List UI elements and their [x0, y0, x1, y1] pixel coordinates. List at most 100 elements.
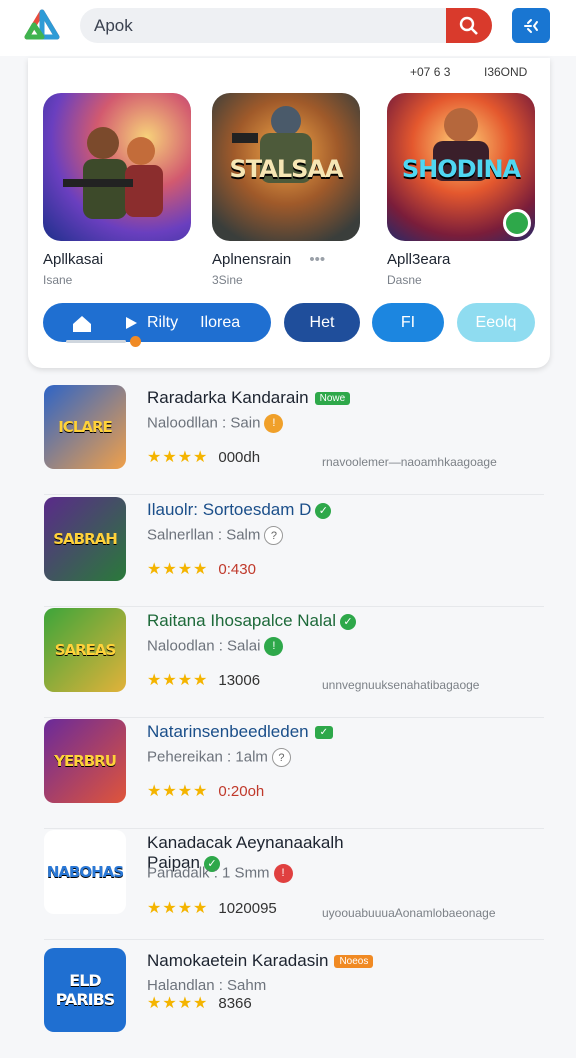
featured-card-sub: Dasne: [387, 273, 422, 287]
app-stats: ★★★★ 13006: [147, 670, 260, 690]
app-name[interactable]: Natarinsenbeedleden ✓: [147, 722, 334, 742]
rating-stars: ★★★★: [147, 783, 209, 800]
app-icon[interactable]: YERBRU: [44, 719, 126, 803]
chip-label: Eeolq: [475, 313, 517, 331]
chip-label: Rilty: [147, 313, 179, 331]
download-count: 1020095: [218, 900, 277, 917]
app-stats: ★★★★ 000dh: [147, 447, 260, 467]
menu-button[interactable]: [512, 8, 550, 43]
verified-icon: ✓: [314, 726, 334, 740]
info-icon: !: [273, 864, 293, 883]
hot-badge: Noeos: [334, 955, 374, 969]
download-badge-icon[interactable]: [503, 209, 531, 237]
verified-icon: ✓: [315, 502, 332, 519]
download-count: 8366: [218, 995, 252, 1012]
app-sub: Panadalk : 1 Smm!: [147, 864, 293, 883]
list-item[interactable]: ICLARE Raradarka Kandarain Nowe Naloodlla…: [44, 385, 544, 495]
app-stats: ★★★★ 0:20oh: [147, 781, 264, 801]
app-sub: Halandlan : Sahm: [147, 977, 267, 994]
list-item[interactable]: ELD PARIBS Namokaetein Karadasin Noeos Ha…: [44, 948, 544, 1058]
app-name[interactable]: Namokaetein Karadasin Noeos: [147, 951, 374, 971]
download-count: 000dh: [218, 449, 261, 466]
featured-card-sub: Isane: [43, 273, 73, 287]
featured-panel: +07 6 3 I36OND Apllkasai Isane STALSAA A…: [28, 58, 550, 368]
verified-icon: ✓: [340, 613, 357, 630]
app-sub: Naloodllan : Sain!: [147, 414, 284, 433]
featured-card[interactable]: STALSAA Aplnensrain ••• 3Sine: [212, 93, 360, 287]
list-item[interactable]: SABRAH Ilauolr: Sortoesdam D ✓ Salnerllan…: [44, 497, 544, 607]
play-icon: [126, 316, 137, 329]
featured-card-sub: 3Sine: [212, 273, 243, 287]
featured-meta-right: I36OND: [484, 65, 528, 79]
rating-stars: ★★★★: [147, 995, 209, 1012]
featured-game-image[interactable]: SHODINA: [387, 93, 535, 241]
featured-game-image[interactable]: STALSAA: [212, 93, 360, 241]
app-icon[interactable]: SABRAH: [44, 497, 126, 581]
app-icon-title: NABOHAS: [46, 863, 124, 881]
download-count: 0:20oh: [218, 783, 265, 800]
app-sub: Pehereikan : 1alm?: [147, 748, 291, 767]
chip-eeolq[interactable]: Eeolq: [457, 303, 535, 342]
featured-meta-left: +07 6 3: [410, 65, 451, 79]
app-icon[interactable]: ELD PARIBS: [44, 948, 126, 1032]
app-icon[interactable]: ICLARE: [44, 385, 126, 469]
search-bar[interactable]: Apok: [80, 8, 492, 43]
list-item[interactable]: YERBRU Natarinsenbeedleden ✓ Pehereikan :…: [44, 719, 544, 829]
carousel-progress: [66, 336, 141, 347]
featured-card-title: STALSAA: [229, 155, 343, 183]
expand-icon: [524, 18, 538, 33]
chip-label: FI: [400, 313, 416, 331]
featured-card-title: SHODINA: [401, 155, 521, 183]
app-icon-title: SABRAH: [53, 530, 118, 548]
list-item[interactable]: SAREAS Raitana Ihosapalce Nalal ✓ Naloodl…: [44, 608, 544, 718]
featured-game-image[interactable]: [43, 93, 191, 241]
app-icon[interactable]: SAREAS: [44, 608, 126, 692]
app-stats: ★★★★ 0:430: [147, 559, 256, 579]
info-icon: ?: [271, 748, 291, 767]
app-name[interactable]: Ilauolr: Sortoesdam D ✓: [147, 500, 332, 520]
app-name[interactable]: Raradarka Kandarain Nowe: [147, 388, 351, 408]
app-icon-title: ELD PARIBS: [55, 971, 116, 1009]
search-icon: [459, 16, 478, 35]
info-icon: ?: [264, 526, 284, 545]
progress-dot: [130, 336, 141, 347]
chip-label: Het: [309, 313, 335, 331]
top-bar: Apok: [0, 0, 576, 56]
rating-stars: ★★★★: [147, 449, 209, 466]
rating-stars: ★★★★: [147, 561, 209, 578]
featured-card-name: Apllkasai: [43, 251, 104, 268]
search-input[interactable]: Apok: [94, 16, 133, 36]
featured-card[interactable]: SHODINA Apll3eara Dasne: [387, 93, 535, 287]
app-sub: Salnerllan : Salm?: [147, 526, 284, 545]
chip-het[interactable]: Het: [284, 303, 360, 342]
home-icon: [73, 315, 91, 332]
app-tags: unnvegnuuksenahatibagaoge: [322, 678, 480, 692]
app-logo-icon[interactable]: [24, 8, 60, 44]
rating-stars: ★★★★: [147, 900, 209, 917]
info-icon: !: [264, 637, 284, 656]
app-icon-title: ICLARE: [58, 418, 113, 436]
more-dots[interactable]: •••: [309, 251, 325, 268]
rating-stars: ★★★★: [147, 672, 209, 689]
info-icon: !: [264, 414, 284, 433]
chip-home[interactable]: Rilty Ilorea: [43, 303, 271, 342]
chip-label: Ilorea: [200, 313, 241, 331]
featured-card-name: Aplnensrain •••: [212, 251, 326, 268]
app-tags: uyoouabuuuaAonamlobaeonage: [322, 906, 496, 920]
featured-card[interactable]: Apllkasai Isane: [43, 93, 191, 287]
app-name[interactable]: Raitana Ihosapalce Nalal ✓: [147, 611, 357, 631]
app-icon[interactable]: NABOHAS: [44, 830, 126, 914]
download-count: 13006: [218, 672, 261, 689]
app-tags: rnavoolemer—naoamhkaagoage: [322, 455, 497, 469]
download-count: 0:430: [218, 561, 256, 578]
featured-card-name: Apll3eara: [387, 251, 451, 268]
app-stats: ★★★★ 1020095: [147, 898, 277, 918]
search-button[interactable]: [446, 8, 492, 43]
new-badge: Nowe: [314, 392, 351, 406]
app-icon-title: SAREAS: [54, 641, 117, 659]
app-sub: Naloodlan : Salai!: [147, 637, 284, 656]
list-item[interactable]: NABOHAS Kanadacak Aeynanaakalh Paipan ✓ P…: [44, 830, 544, 940]
app-icon-title: YERBRU: [54, 752, 117, 770]
app-stats: ★★★★ 8366: [147, 993, 252, 1013]
chip-fi[interactable]: FI: [372, 303, 444, 342]
